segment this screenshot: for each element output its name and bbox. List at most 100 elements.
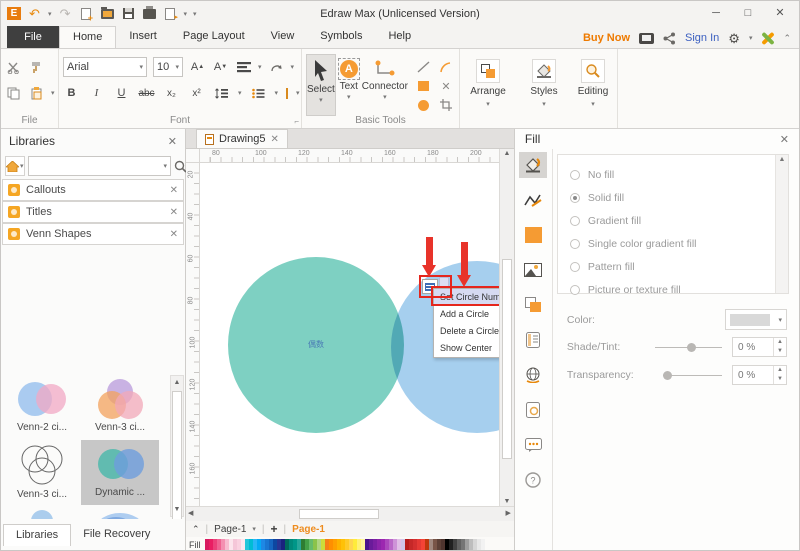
- customize-toolbar-icon[interactable]: ▾: [193, 10, 197, 18]
- spin-down-icon[interactable]: ▼: [774, 347, 786, 356]
- radio-icon[interactable]: [570, 216, 580, 226]
- align-dropdown-icon[interactable]: ▾: [258, 63, 262, 71]
- save-icon[interactable]: [121, 7, 136, 21]
- close-section-icon[interactable]: ✕: [170, 207, 178, 218]
- option-solid-fill[interactable]: Solid fill: [558, 186, 788, 209]
- slider-thumb[interactable]: [663, 371, 672, 380]
- shape-venn-2-circles[interactable]: Venn-2 ci...: [3, 375, 81, 440]
- line-style-icon[interactable]: [519, 187, 547, 213]
- library-search-input[interactable]: [32, 161, 164, 172]
- strikethrough-button[interactable]: abc: [138, 84, 155, 103]
- collapse-pagebar-icon[interactable]: ⌃: [192, 524, 200, 535]
- styles-button[interactable]: Styles ▾: [522, 54, 566, 116]
- share-icon[interactable]: [663, 32, 676, 45]
- tab-libraries[interactable]: Libraries: [3, 524, 71, 546]
- libraries-close-icon[interactable]: ✕: [168, 135, 177, 148]
- buy-now-link[interactable]: Buy Now: [583, 32, 630, 44]
- app-logo-icon[interactable]: E: [7, 7, 21, 20]
- library-search-box[interactable]: ▾: [28, 156, 172, 176]
- bold-button[interactable]: B: [63, 84, 80, 103]
- edraw-cross-logo-icon[interactable]: [761, 32, 774, 45]
- color-dropdown[interactable]: ▾: [725, 309, 787, 330]
- crop-tool-icon[interactable]: [440, 99, 452, 111]
- option-gradient-fill[interactable]: Gradient fill: [558, 209, 788, 232]
- paste-icon[interactable]: [28, 84, 45, 103]
- font-dialog-launcher-icon[interactable]: ⌐: [294, 117, 299, 126]
- minimize-button[interactable]: ─: [703, 6, 729, 22]
- page-selector[interactable]: Page-1: [214, 524, 246, 535]
- option-pattern-fill[interactable]: Pattern fill: [558, 255, 788, 278]
- highlight-dropdown-icon[interactable]: ▾: [296, 89, 300, 97]
- scrollbar-thumb[interactable]: [299, 509, 379, 519]
- transparency-slider[interactable]: [663, 371, 722, 380]
- scrollbar-thumb[interactable]: [502, 259, 512, 459]
- arrange-button[interactable]: Arrange ▾: [464, 54, 512, 116]
- library-section-venn-shapes[interactable]: Venn Shapes ✕: [2, 223, 184, 245]
- bullet-list-icon[interactable]: [250, 84, 267, 103]
- page-selector-dropdown-icon[interactable]: ▾: [252, 525, 256, 533]
- connector-tool-button[interactable]: Connector ▾: [362, 54, 408, 116]
- scrollbar-thumb[interactable]: [172, 391, 182, 519]
- scroll-up-icon[interactable]: ▲: [500, 150, 514, 157]
- tab-view[interactable]: View: [258, 26, 308, 48]
- print-icon[interactable]: [142, 7, 157, 21]
- add-page-button[interactable]: +: [271, 522, 278, 536]
- slider-thumb[interactable]: [687, 343, 696, 352]
- settings-dropdown-icon[interactable]: ▾: [749, 34, 753, 42]
- export-dropdown-icon[interactable]: ▾: [184, 10, 188, 18]
- bullet-dropdown-icon[interactable]: ▾: [275, 89, 279, 97]
- paste-dropdown-icon[interactable]: ▾: [51, 89, 55, 97]
- layers-icon[interactable]: [519, 292, 547, 318]
- canvas-horizontal-scrollbar[interactable]: ◀ ▶: [186, 506, 514, 521]
- shape-dynamic-venn-selected[interactable]: Dynamic ...: [81, 440, 159, 505]
- tab-symbols[interactable]: Symbols: [307, 26, 375, 48]
- close-section-icon[interactable]: ✕: [170, 185, 178, 196]
- align-text-icon[interactable]: [235, 58, 252, 77]
- open-file-icon[interactable]: [100, 7, 115, 21]
- maximize-button[interactable]: □: [735, 6, 761, 22]
- fill-panel-close-icon[interactable]: ✕: [780, 133, 789, 146]
- highlight-color-icon[interactable]: [286, 88, 288, 99]
- menu-item-show-center[interactable]: Show Center: [434, 340, 501, 357]
- tab-insert[interactable]: Insert: [116, 26, 170, 48]
- line-spacing-icon[interactable]: [213, 84, 230, 103]
- arc-tool-icon[interactable]: [439, 61, 452, 73]
- radio-icon[interactable]: [570, 193, 580, 203]
- option-picture-or-texture-fill[interactable]: Picture or texture fill: [558, 278, 788, 301]
- library-section-titles[interactable]: Titles ✕: [2, 201, 184, 223]
- scroll-up-icon[interactable]: ▲: [776, 156, 788, 163]
- rectangle-tool-icon[interactable]: [418, 81, 429, 91]
- hyperlink-globe-icon[interactable]: [519, 362, 547, 388]
- page-tab-active[interactable]: Page-1: [292, 524, 325, 535]
- tab-page-layout[interactable]: Page Layout: [170, 26, 258, 48]
- subscript-button[interactable]: x₂: [163, 84, 180, 103]
- shade-tint-spinner[interactable]: 0 % ▲▼: [732, 337, 787, 357]
- palette-swatch[interactable]: [481, 539, 485, 550]
- option-no-fill[interactable]: No fill: [558, 163, 788, 186]
- shape-dynamic-venn-3[interactable]: Dynamic ...: [3, 505, 81, 519]
- cut-icon[interactable]: [5, 58, 22, 77]
- new-file-icon[interactable]: +: [79, 7, 94, 21]
- undo-dropdown-icon[interactable]: ▾: [48, 10, 52, 18]
- tab-help[interactable]: Help: [375, 26, 424, 48]
- shape-venn-3-outline[interactable]: Venn-3 ci...: [3, 440, 81, 505]
- radio-icon[interactable]: [570, 285, 580, 295]
- radio-icon[interactable]: [570, 262, 580, 272]
- menu-item-add-a-circle[interactable]: Add a Circle: [434, 306, 501, 323]
- copy-icon[interactable]: [5, 84, 22, 103]
- search-dropdown-icon[interactable]: ▾: [164, 162, 168, 170]
- scroll-down-icon[interactable]: ▼: [500, 498, 514, 505]
- fill-tool-icon[interactable]: [519, 152, 547, 178]
- document-tab-drawing5[interactable]: Drawing5 ✕: [196, 129, 288, 148]
- text-tool-button[interactable]: A Text ▾: [338, 54, 360, 116]
- help-icon[interactable]: ?: [519, 467, 547, 493]
- transparency-spinner[interactable]: 0 % ▲▼: [732, 365, 787, 385]
- delete-tool-icon[interactable]: ✕: [441, 80, 450, 93]
- option-single-color-gradient-fill[interactable]: Single color gradient fill: [558, 232, 788, 255]
- shape-venn-multilayer[interactable]: Venn mult...: [81, 505, 159, 519]
- close-button[interactable]: ✕: [767, 6, 793, 22]
- export-icon[interactable]: [163, 7, 178, 21]
- note-icon[interactable]: [519, 327, 547, 353]
- canvas-vertical-scrollbar[interactable]: ▲ ▼: [499, 149, 514, 506]
- settings-gear-icon[interactable]: ⚙: [728, 32, 740, 45]
